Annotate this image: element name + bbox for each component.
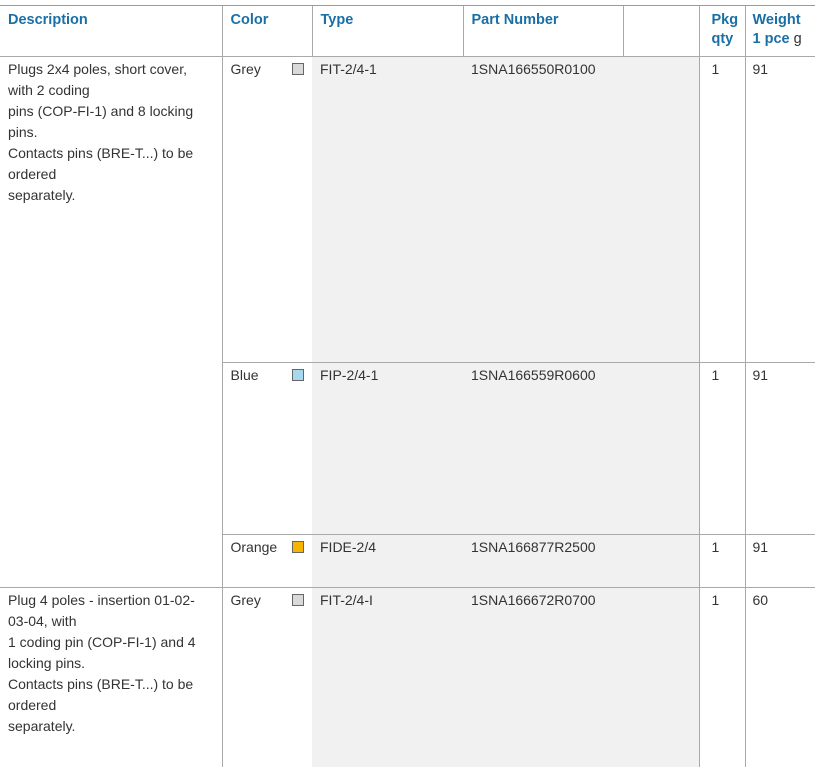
header-row: Description Color Type Part Number Pkg q… [0, 6, 815, 56]
header-weight-unit: g [794, 31, 802, 47]
color-swatch [292, 594, 304, 606]
header-weight-line2-wrap: 1 pce g [753, 30, 815, 49]
description-line: ordered [8, 695, 212, 716]
pkg-qty-cell: 1 [699, 56, 745, 362]
type-cell: FIT-2/4-1 [312, 56, 463, 362]
header-description: Description [0, 6, 222, 56]
type-cell: FIP-2/4-1 [312, 362, 463, 534]
header-blank [623, 6, 699, 56]
description-line: separately. [8, 185, 212, 206]
blank-cell [623, 362, 699, 534]
part-number-cell: 1SNA166672R0700 [463, 587, 623, 767]
description-cell: Plug 4 poles - insertion 01-02- 03-04, w… [0, 587, 222, 767]
part-number-cell: 1SNA166559R0600 [463, 362, 623, 534]
description-line: ordered [8, 164, 212, 185]
product-table: Description Color Type Part Number Pkg q… [0, 6, 815, 767]
description-line: 1 coding pin (COP-FI-1) and 4 [8, 632, 212, 653]
description-cell: Plugs 2x4 poles, short cover, with 2 cod… [0, 56, 222, 587]
description-line: Contacts pins (BRE-T...) to be [8, 143, 212, 164]
description-line: pins. [8, 122, 212, 143]
blank-cell [623, 56, 699, 362]
description-line: with 2 coding [8, 80, 212, 101]
type-cell: FIT-2/4-I [312, 587, 463, 767]
blank-cell [623, 587, 699, 767]
color-cell: Grey [222, 587, 312, 767]
color-swatch [292, 63, 304, 75]
color-cell: Blue [222, 362, 312, 534]
pkg-qty-cell: 1 [699, 362, 745, 534]
header-weight-line1: Weight [753, 11, 815, 30]
color-name: Grey [231, 59, 261, 80]
color-name: Blue [231, 365, 259, 386]
header-color: Color [222, 6, 312, 56]
description-line: separately. [8, 716, 212, 737]
header-pkg-line1: Pkg [712, 11, 745, 30]
part-number-cell: 1SNA166877R2500 [463, 534, 623, 587]
blank-cell [623, 534, 699, 587]
weight-cell: 60 [745, 587, 815, 767]
color-name: Grey [231, 590, 261, 611]
type-cell: FIDE-2/4 [312, 534, 463, 587]
header-part-number: Part Number [463, 6, 623, 56]
description-line: 03-04, with [8, 611, 212, 632]
color-swatch [292, 541, 304, 553]
description-line: Plug 4 poles - insertion 01-02- [8, 590, 212, 611]
table-row: Plugs 2x4 poles, short cover, with 2 cod… [0, 56, 815, 362]
description-line: pins (COP-FI-1) and 8 locking [8, 101, 212, 122]
description-line: Contacts pins (BRE-T...) to be [8, 674, 212, 695]
header-type: Type [312, 6, 463, 56]
header-pkg-line2: qty [712, 30, 745, 49]
color-cell: Grey [222, 56, 312, 362]
header-pkg-qty: Pkg qty [699, 6, 745, 56]
weight-cell: 91 [745, 534, 815, 587]
header-weight-line2: 1 pce [753, 31, 790, 47]
pkg-qty-cell: 1 [699, 587, 745, 767]
part-number-cell: 1SNA166550R0100 [463, 56, 623, 362]
header-weight: Weight 1 pce g [745, 6, 815, 56]
pkg-qty-cell: 1 [699, 534, 745, 587]
color-swatch [292, 369, 304, 381]
weight-cell: 91 [745, 362, 815, 534]
color-name: Orange [231, 537, 278, 558]
table-row: Plug 4 poles - insertion 01-02- 03-04, w… [0, 587, 815, 767]
weight-cell: 91 [745, 56, 815, 362]
color-cell: Orange [222, 534, 312, 587]
description-line: locking pins. [8, 653, 212, 674]
description-line: Plugs 2x4 poles, short cover, [8, 59, 212, 80]
